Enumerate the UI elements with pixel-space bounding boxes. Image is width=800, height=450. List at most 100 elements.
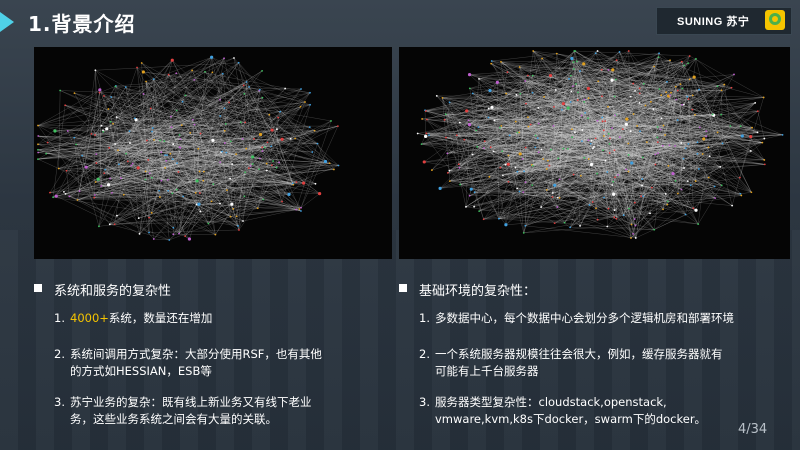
graph-node [527, 125, 530, 128]
graph-node [680, 142, 683, 144]
graph-node [561, 108, 563, 111]
graph-node [676, 119, 679, 121]
graph-node [237, 61, 240, 64]
graph-node [242, 220, 244, 222]
graph-node [607, 207, 610, 210]
graph-node [37, 151, 40, 154]
graph-node [64, 193, 67, 195]
graph-node [514, 120, 517, 123]
graph-node [142, 93, 145, 95]
graph-node [261, 69, 263, 72]
graph-node [595, 207, 597, 210]
graph-node [281, 200, 283, 203]
graph-node [629, 130, 632, 133]
graph-node [557, 157, 560, 160]
graph-node [37, 124, 39, 127]
graph-node [545, 189, 548, 191]
graph-node [243, 195, 246, 198]
graph-node [575, 83, 577, 85]
graph-node [245, 147, 248, 150]
graph-node [627, 154, 630, 156]
graph-node [556, 196, 559, 199]
graph-node [98, 91, 101, 94]
graph-node [167, 73, 170, 76]
graph-node [468, 87, 471, 90]
graph-node [210, 55, 214, 59]
highlight-count: 4000+ [70, 311, 109, 325]
graph-node [579, 174, 582, 177]
graph-node [489, 146, 492, 149]
graph-node [280, 137, 284, 141]
graph-node [191, 118, 194, 121]
graph-node [108, 146, 111, 149]
graph-node [596, 119, 599, 122]
graph-node [107, 108, 110, 110]
graph-node [749, 150, 752, 152]
graph-node [507, 154, 510, 157]
graph-node [149, 107, 152, 110]
graph-node [617, 174, 620, 176]
graph-node [64, 104, 67, 107]
graph-node [441, 97, 444, 99]
graph-node [318, 192, 322, 196]
graph-node [680, 188, 683, 191]
graph-node [223, 107, 226, 110]
graph-node [756, 131, 759, 134]
graph-node [640, 195, 642, 198]
graph-node [694, 113, 696, 116]
graph-node [251, 155, 255, 159]
graph-node [658, 52, 660, 55]
graph-node [446, 171, 449, 174]
graph-node [781, 133, 784, 136]
graph-node [224, 123, 227, 125]
graph-node [615, 59, 618, 62]
graph-node [630, 223, 633, 226]
graph-node [541, 57, 543, 60]
graph-node [534, 146, 537, 149]
graph-node [169, 152, 172, 155]
graph-node [588, 204, 591, 206]
graph-node [592, 147, 594, 150]
graph-node [166, 154, 168, 157]
graph-node [68, 195, 71, 198]
graph-node [473, 191, 476, 194]
graph-node [195, 179, 199, 183]
graph-node [270, 145, 273, 148]
graph-node [665, 91, 668, 94]
graph-node [683, 167, 685, 169]
graph-node [537, 122, 540, 125]
graph-node [664, 193, 667, 195]
graph-node [611, 68, 615, 72]
graph-node [113, 223, 116, 226]
graph-node [627, 170, 630, 173]
graph-node [277, 116, 280, 119]
graph-node [198, 170, 201, 173]
graph-node [145, 80, 147, 83]
graph-node [683, 64, 686, 67]
graph-node [696, 152, 699, 155]
graph-node [739, 125, 742, 128]
graph-edge [491, 53, 557, 62]
graph-node [333, 168, 335, 171]
graph-node [497, 217, 500, 220]
graph-node [308, 126, 311, 128]
graph-node [499, 126, 501, 129]
graph-node [180, 124, 183, 127]
graph-node [524, 146, 527, 149]
graph-node [467, 122, 472, 127]
graph-node [641, 184, 643, 187]
graph-node [657, 56, 660, 59]
graph-node [152, 238, 155, 240]
graph-node [457, 163, 460, 166]
graph-node [468, 194, 471, 197]
graph-node [720, 89, 723, 92]
graph-node [438, 186, 442, 190]
graph-node [223, 142, 226, 144]
graph-node [226, 189, 228, 191]
graph-node [492, 150, 495, 153]
graph-node [164, 154, 167, 156]
graph-node [633, 201, 636, 204]
graph-node [708, 155, 711, 158]
list-item-3: 3. 苏宁业务的复杂：既有线上新业务又有线下老业 务，这些业务系统之间会有大量的关… [54, 395, 312, 426]
graph-node [684, 213, 687, 216]
